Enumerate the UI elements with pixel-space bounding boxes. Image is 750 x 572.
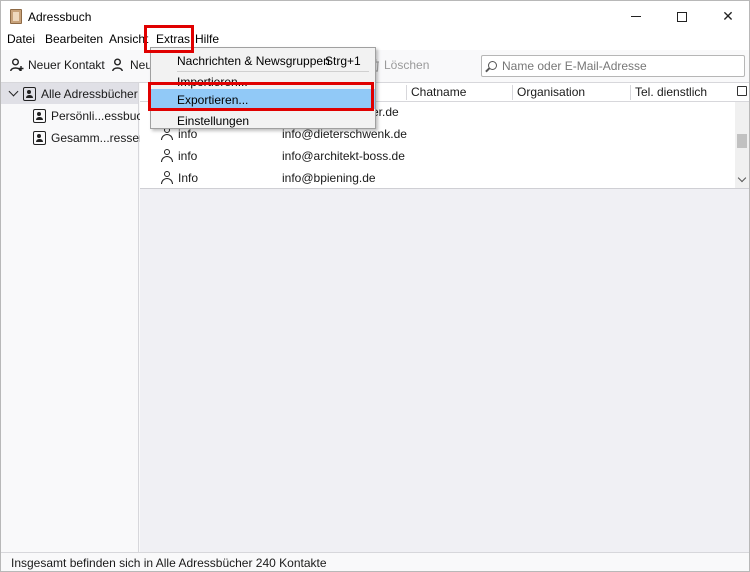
contact-name: Info [178, 171, 199, 185]
delete-label: Löschen [384, 58, 430, 72]
address-book-window: Adressbuch ✕ Datei Bearbeiten Ansicht Ex… [0, 0, 750, 572]
chevron-down-icon[interactable] [8, 86, 19, 97]
sidebar-item-label: Alle Adressbücher [41, 86, 138, 101]
list-scrollbar[interactable] [735, 102, 749, 188]
column-separator [406, 85, 407, 100]
minimize-icon [631, 16, 641, 17]
sidebar-item-label: Persönli...essbuch [51, 108, 150, 123]
column-picker-icon[interactable] [737, 86, 747, 96]
address-book-sidebar: Alle Adressbücher Persönli...essbuch Ges… [1, 83, 149, 552]
contact-email: info@bpiening.de [282, 171, 376, 185]
new-contact-icon [10, 58, 24, 72]
scrollbar-thumb[interactable] [737, 134, 747, 148]
column-header-phone-work[interactable]: Tel. dienstlich [635, 85, 707, 99]
highlight-export-item [148, 82, 374, 111]
menu-item-messages-newsgroups[interactable]: Nachrichten & Newsgruppen Strg+1 [151, 50, 375, 70]
table-row[interactable]: Info info@bpiening.de [140, 167, 735, 189]
new-list-icon [112, 58, 123, 72]
title-bar: Adressbuch ✕ [1, 1, 749, 32]
new-contact-button[interactable]: Neuer Kontakt [10, 58, 105, 72]
maximize-icon [677, 11, 687, 22]
sidebar-item-personal-address-book[interactable]: Persönli...essbuch [1, 105, 149, 126]
status-text: Insgesamt befinden sich in Alle Adressbü… [11, 556, 327, 570]
minimize-button[interactable] [613, 1, 659, 32]
new-list-label: Neu [130, 58, 153, 72]
contact-email: info@architekt-boss.de [282, 149, 405, 163]
column-header-chatname[interactable]: Chatname [411, 85, 466, 99]
delete-button[interactable]: Löschen [370, 58, 429, 72]
menu-hilfe[interactable]: Hilfe [195, 32, 219, 46]
sidebar-item-all-address-books[interactable]: Alle Adressbücher [1, 83, 138, 104]
column-header-organisation[interactable]: Organisation [517, 85, 585, 99]
contact-list-pane: Chatname Organisation Tel. dienstlich er… [140, 83, 749, 552]
menu-ansicht[interactable]: Ansicht [109, 32, 148, 46]
contact-email: er.de [372, 105, 399, 119]
maximize-button[interactable] [659, 1, 705, 32]
contact-icon [161, 171, 173, 184]
status-bar: Insgesamt befinden sich in Alle Adressbü… [1, 552, 749, 571]
highlight-extras-menu [144, 25, 194, 53]
window-title: Adressbuch [28, 10, 92, 24]
close-icon: ✕ [722, 8, 734, 24]
menu-datei[interactable]: Datei [7, 32, 35, 46]
menu-item-label: Einstellungen [177, 114, 250, 128]
menu-item-settings[interactable]: Einstellungen [151, 110, 375, 130]
column-separator [512, 85, 513, 100]
scroll-down-icon[interactable] [737, 173, 747, 183]
menu-item-shortcut: Strg+1 [325, 54, 361, 68]
address-book-icon [33, 108, 46, 123]
contact-name: info [178, 149, 198, 163]
address-book-app-icon [10, 9, 22, 24]
close-button[interactable]: ✕ [705, 1, 750, 32]
address-book-icon [23, 86, 36, 101]
search-input[interactable] [502, 58, 740, 74]
sidebar-item-collected-addresses[interactable]: Gesamm...ressen [1, 127, 146, 148]
search-box[interactable] [481, 55, 745, 77]
menu-bearbeiten[interactable]: Bearbeiten [45, 32, 103, 46]
menu-item-label: Nachrichten & Newsgruppen [177, 54, 330, 68]
new-list-button[interactable]: Neu [112, 58, 152, 72]
search-icon [488, 61, 497, 70]
contact-icon [161, 149, 173, 162]
sidebar-item-label: Gesamm...ressen [51, 130, 146, 145]
table-row[interactable]: info info@architekt-boss.de [140, 145, 735, 167]
new-contact-label: Neuer Kontakt [28, 58, 105, 72]
column-separator [630, 85, 631, 100]
address-book-icon [33, 130, 46, 145]
